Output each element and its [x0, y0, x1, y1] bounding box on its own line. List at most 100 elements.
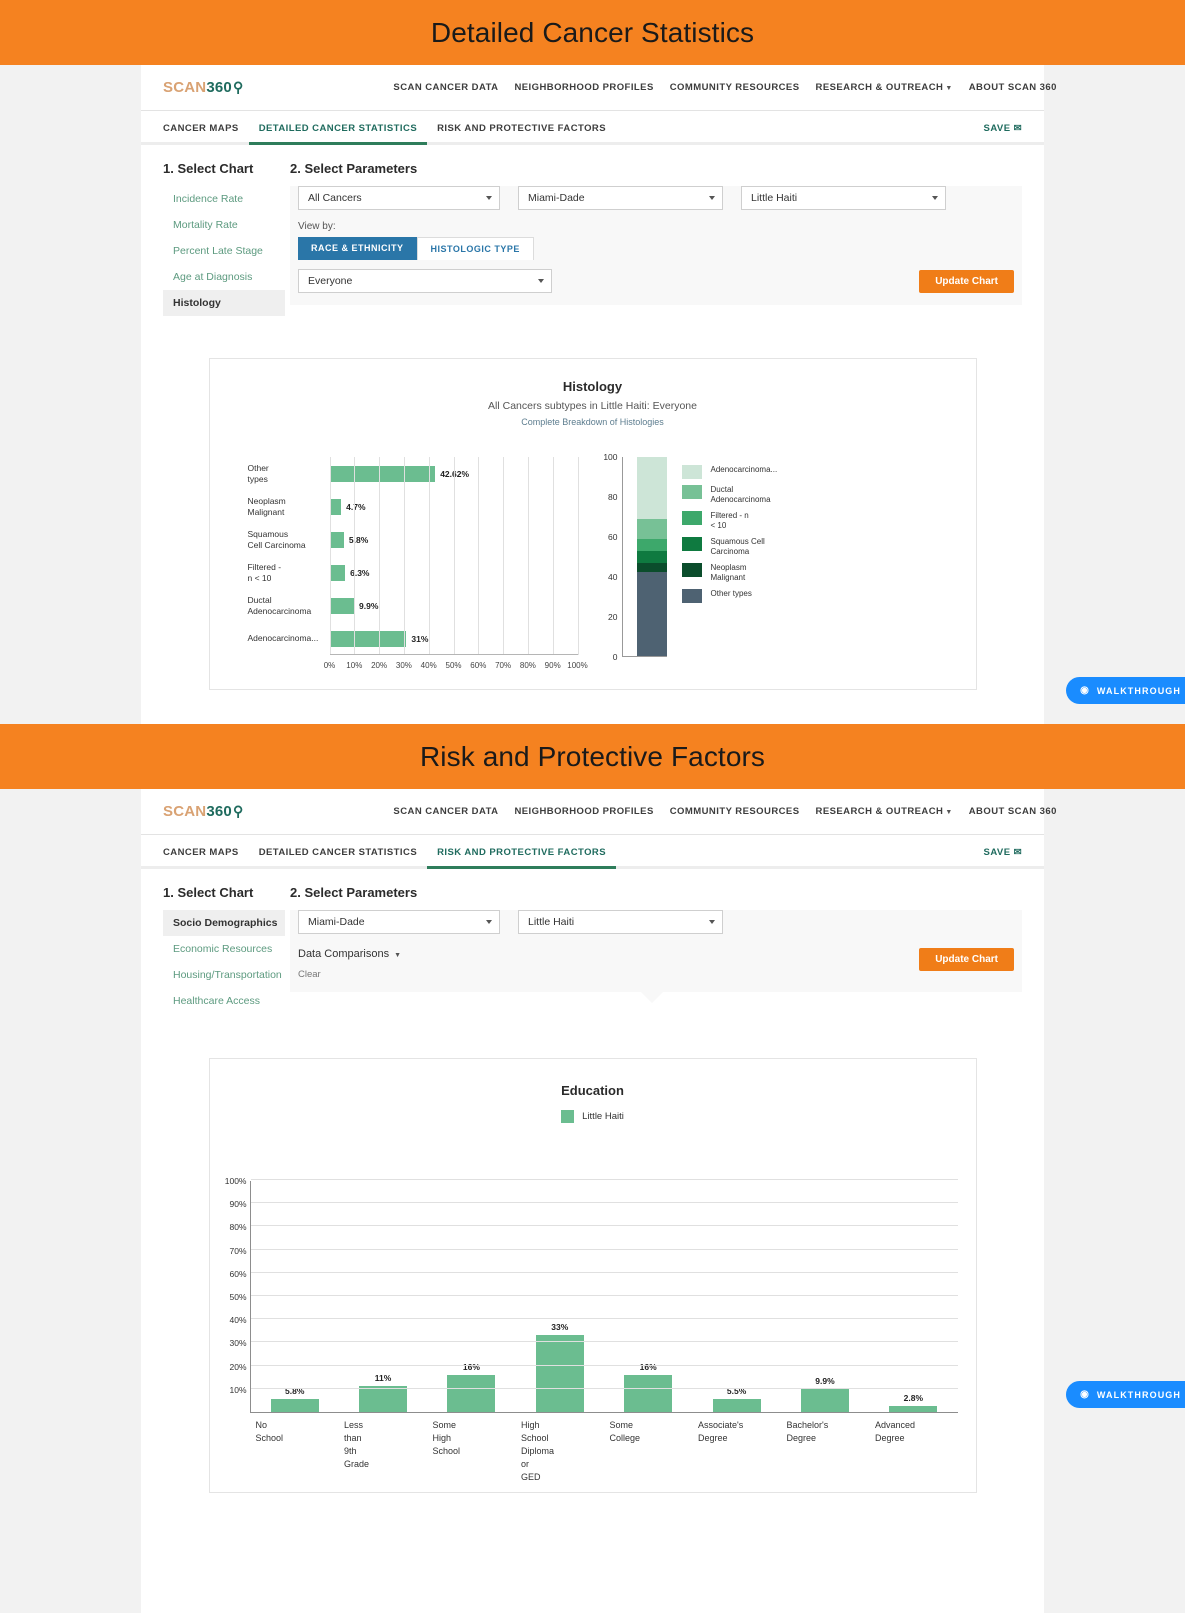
- y-tick-label: 100%: [224, 1176, 247, 1186]
- parameters-panel-1: All Cancers Miami-Dade Little Haiti View…: [290, 186, 1022, 305]
- globe-icon: ◉: [1080, 685, 1090, 696]
- bar-value-label: 6.3%: [350, 567, 370, 578]
- bar: [889, 1405, 938, 1412]
- bar: [329, 531, 344, 548]
- bar-track: 9.9%: [329, 589, 578, 622]
- bar-category-label: Neoplasm Malignant: [247, 495, 286, 517]
- segtab-histologic-type[interactable]: HISTOLOGIC TYPE: [416, 237, 534, 260]
- table-row: Neoplasm Malignant 4.7%: [248, 490, 578, 523]
- menu-item-neighborhood-profiles[interactable]: NEIGHBORHOOD PROFILES: [514, 82, 653, 93]
- tab-cancer-maps-2[interactable]: CANCER MAPS: [163, 847, 249, 866]
- y-tick-label: 50%: [229, 1292, 247, 1302]
- sidebar-item-age-at-diagnosis[interactable]: Age at Diagnosis: [163, 264, 285, 290]
- x-tick-label: 0%: [323, 661, 336, 670]
- sidebar-item-incidence-rate[interactable]: Incidence Rate: [163, 186, 285, 212]
- menu-item-neighborhood-profiles-2[interactable]: NEIGHBORHOOD PROFILES: [514, 806, 653, 817]
- data-comparisons-block: Data Comparisons ▼ Clear: [298, 948, 401, 980]
- stacked-segments: [636, 457, 667, 657]
- select-chart-column-2: 1. Select Chart Socio Demographics Econo…: [163, 885, 285, 1014]
- walkthrough-button-1[interactable]: ◉ WALKTHROUGH: [1066, 677, 1185, 704]
- segtab-race-ethnicity[interactable]: RACE & ETHNICITY: [298, 237, 417, 260]
- legend-label: Filtered - n < 10: [710, 511, 749, 530]
- chevron-down-icon: [486, 920, 492, 924]
- group-select[interactable]: Everyone: [298, 269, 552, 293]
- stacked-segment: [636, 457, 667, 519]
- step-2-title: 2. Select Parameters: [290, 161, 418, 176]
- bar: [329, 498, 342, 515]
- bar-value-label: 4.7%: [346, 501, 366, 512]
- grid-line: [250, 1202, 958, 1204]
- cancer-type-select[interactable]: All Cancers: [298, 186, 500, 210]
- grid-line: [250, 1295, 958, 1296]
- grid-line: [250, 1341, 958, 1343]
- panel-detailed-cancer-statistics: SCAN 360 ⚲ SCAN CANCER DATA NEIGHBORHOOD P…: [0, 65, 1185, 724]
- bar: [359, 1386, 408, 1412]
- sidebar-item-housing-transportation[interactable]: Housing/Transportation: [163, 962, 285, 988]
- legend-swatch: [681, 563, 702, 577]
- menu-item-community-resources-2[interactable]: COMMUNITY RESOURCES: [670, 806, 800, 817]
- y-tick-label: 80%: [229, 1222, 247, 1233]
- county-select-2[interactable]: Miami-Dade: [298, 910, 500, 934]
- county-select-1[interactable]: Miami-Dade: [518, 186, 723, 210]
- banner-title: Detailed Cancer Statistics: [430, 16, 755, 48]
- education-bar-chart: 10% 20% 30% 40% 50% 60% 70% 80% 90% 100% 5.8% 11% 1…: [210, 1176, 976, 1484]
- chevron-down-icon: [709, 196, 715, 200]
- clear-link[interactable]: Clear: [298, 969, 401, 980]
- y-tick-label: 10%: [229, 1384, 247, 1395]
- grid-line: [250, 1248, 958, 1250]
- bar-value-label: 31%: [411, 633, 429, 644]
- menu-item-about-scan-360-2[interactable]: ABOUT SCAN 360: [969, 806, 1057, 817]
- update-chart-button-2[interactable]: Update Chart: [919, 948, 1014, 971]
- sidebar-item-economic-resources[interactable]: Economic Resources: [163, 936, 285, 962]
- app-frame-1: SCAN 360 ⚲ SCAN CANCER DATA NEIGHBORHOOD P…: [141, 65, 1185, 724]
- grid-line: [577, 457, 579, 655]
- sidebar-item-percent-late-stage[interactable]: Percent Late Stage: [163, 238, 285, 264]
- x-category-label: Some College: [609, 1420, 641, 1443]
- y-tick-label: 60%: [229, 1268, 247, 1279]
- tab-bar-2: CANCER MAPS DETAILED CANCER STATISTICS R…: [141, 835, 1044, 869]
- sidebar-item-socio-demographics[interactable]: Socio Demographics: [163, 910, 285, 936]
- save-button-1[interactable]: SAVE ✉: [984, 123, 1022, 142]
- save-button-2[interactable]: SAVE ✉: [984, 847, 1022, 866]
- sidebar-item-mortality-rate[interactable]: Mortality Rate: [163, 212, 285, 238]
- x-tick-label: 90%: [544, 661, 561, 670]
- area-select-2[interactable]: Little Haiti: [518, 910, 723, 934]
- grid-line: [250, 1271, 958, 1273]
- selector-row-2: Miami-Dade Little Haiti: [290, 910, 1022, 934]
- menu-item-scan-cancer-data-2[interactable]: SCAN CANCER DATA: [393, 806, 498, 817]
- tab-risk-and-protective-factors-2[interactable]: RISK AND PROTECTIVE FACTORS: [427, 847, 616, 869]
- education-chart-card: Education Little Haiti 10% 20% 30% 40% 50% 60…: [208, 1058, 977, 1493]
- chart-type-list-2: Socio Demographics Economic Resources Ho…: [163, 910, 285, 1014]
- x-category-label: Advanced Degree: [875, 1420, 916, 1443]
- bar-track: 5.8%: [329, 523, 578, 556]
- bar-category-label: Squamous Cell Carcinoma: [247, 528, 306, 550]
- search-icon: ⚲: [232, 803, 244, 819]
- y-tick-label: 20: [608, 612, 618, 622]
- list-item: Filtered - n < 10: [681, 511, 783, 531]
- update-chart-button-1[interactable]: Update Chart: [919, 269, 1014, 293]
- menu-item-about-scan-360[interactable]: ABOUT SCAN 360: [969, 82, 1057, 93]
- area-select-1[interactable]: Little Haiti: [741, 186, 946, 210]
- sidebar-item-histology[interactable]: Histology: [163, 290, 285, 316]
- tab-cancer-maps[interactable]: CANCER MAPS: [163, 123, 249, 142]
- chart-section-1: Histology All Cancers subtypes in Little…: [141, 316, 1044, 690]
- logo-scan360[interactable]: SCAN 360 ⚲: [163, 79, 243, 96]
- logo-scan360-2[interactable]: SCAN 360 ⚲: [163, 803, 243, 820]
- menu-item-research-outreach-2[interactable]: RESEARCH & OUTREACH ▼: [816, 806, 953, 817]
- tab-detailed-cancer-statistics-2[interactable]: DETAILED CANCER STATISTICS: [249, 847, 427, 866]
- tab-risk-and-protective-factors[interactable]: RISK AND PROTECTIVE FACTORS: [427, 123, 616, 142]
- sidebar-item-healthcare-access[interactable]: Healthcare Access: [163, 988, 285, 1014]
- y-tick-label: 90%: [229, 1199, 247, 1210]
- y-tick-label: 0: [612, 652, 618, 662]
- menu-item-scan-cancer-data[interactable]: SCAN CANCER DATA: [393, 82, 498, 93]
- tab-detailed-cancer-statistics[interactable]: DETAILED CANCER STATISTICS: [248, 123, 428, 145]
- bar: [535, 1335, 584, 1412]
- y-tick-label: 30%: [229, 1338, 247, 1349]
- menu-item-community-resources[interactable]: COMMUNITY RESOURCES: [670, 82, 800, 93]
- menu-item-research-outreach[interactable]: RESEARCH & OUTREACH ▼: [816, 82, 953, 93]
- list-item: Neoplasm Malignant: [681, 563, 783, 583]
- data-comparisons-toggle[interactable]: Data Comparisons ▼: [298, 948, 401, 960]
- walkthrough-button-2[interactable]: ◉ WALKTHROUGH: [1066, 1381, 1185, 1408]
- table-row: Other types 42.62%: [248, 457, 578, 490]
- x-category-label: High School Diploma or GED: [521, 1420, 555, 1482]
